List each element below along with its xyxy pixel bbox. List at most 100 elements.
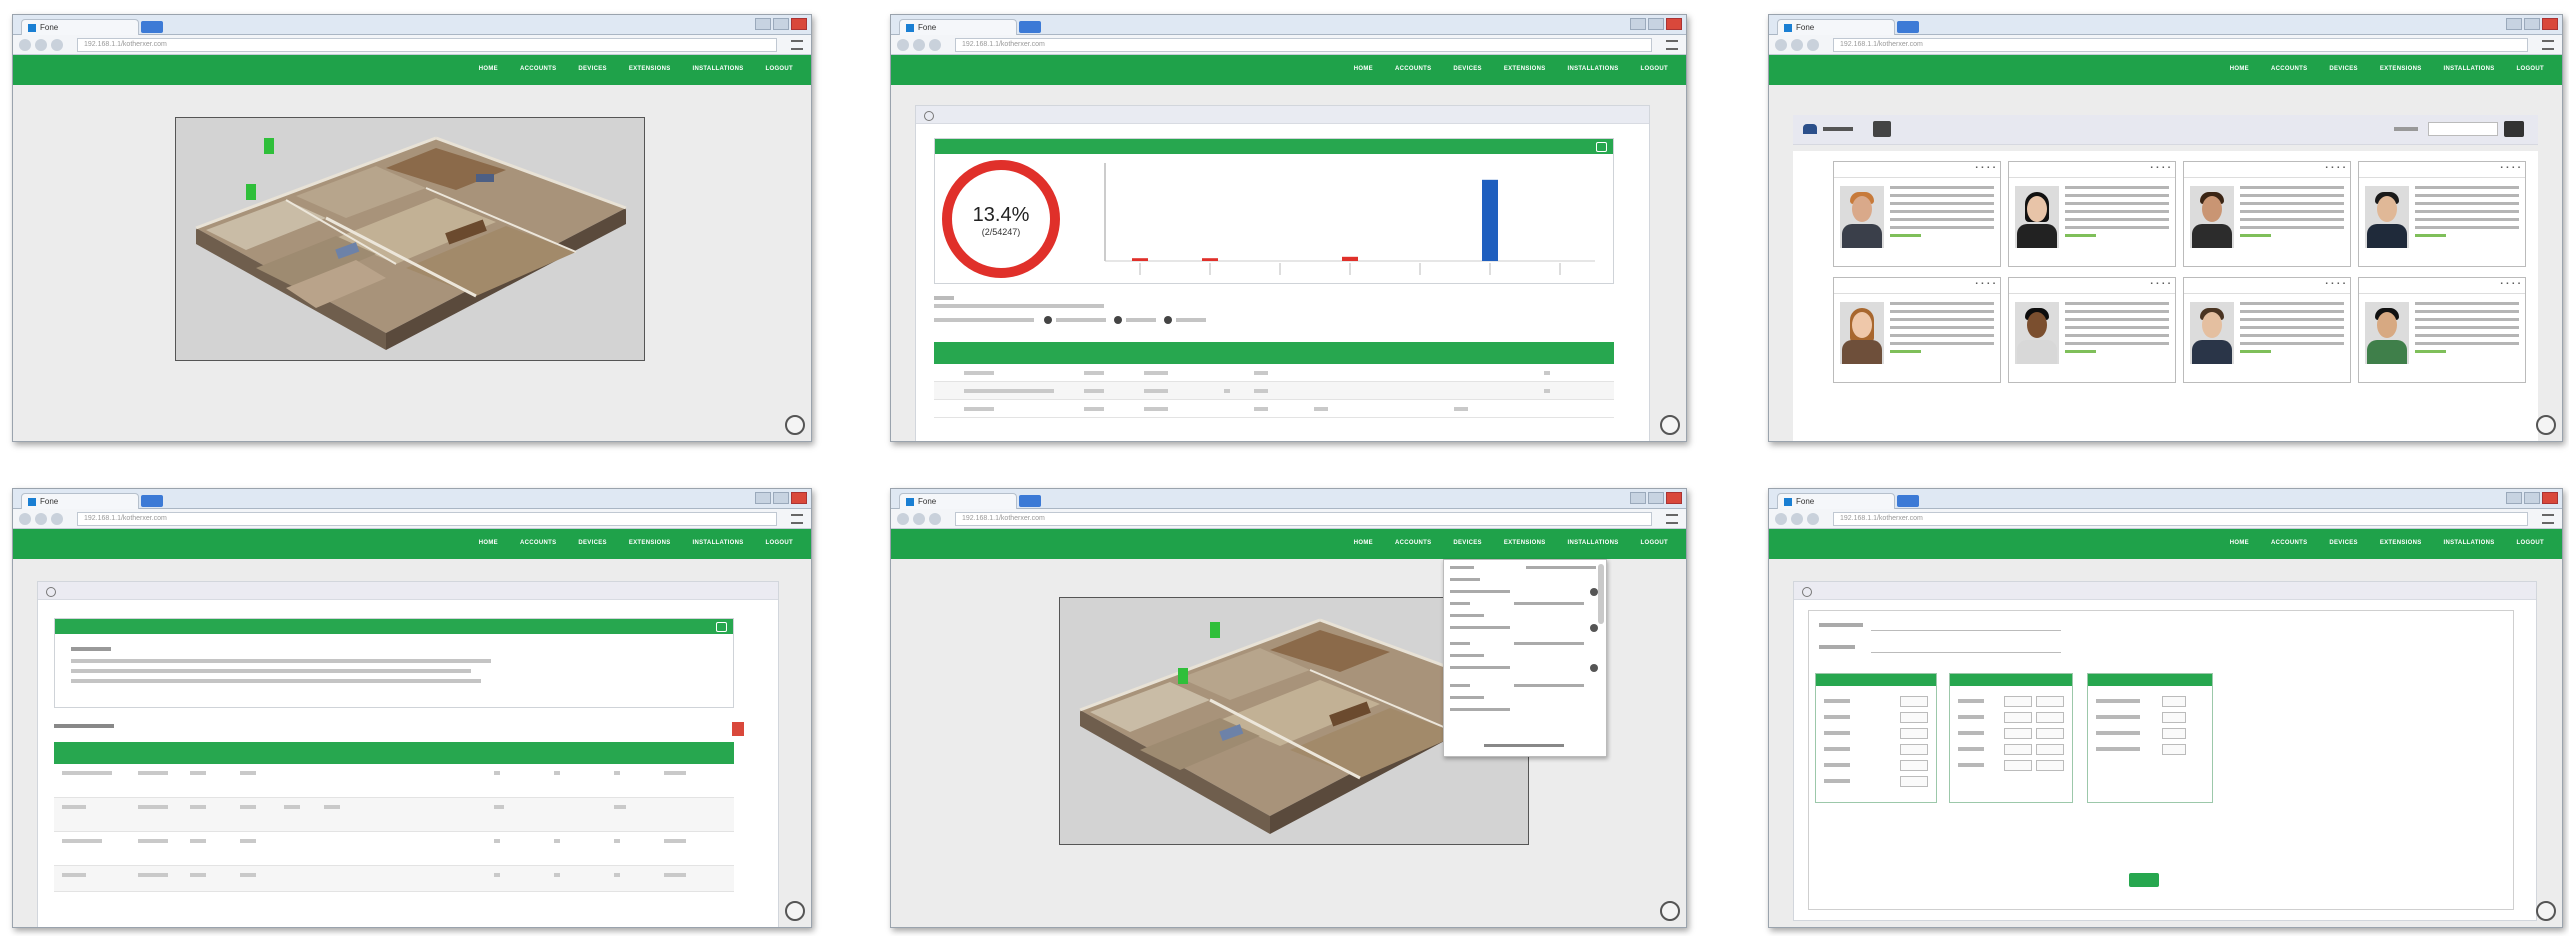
value-field[interactable] [1900, 728, 1928, 739]
nav-devices[interactable]: DEVICES [1453, 66, 1481, 72]
minimize-button[interactable] [1630, 18, 1646, 30]
person-card[interactable] [2008, 161, 2176, 267]
menu-icon[interactable] [791, 40, 803, 50]
value-field[interactable] [2004, 744, 2032, 755]
value-field[interactable] [1900, 760, 1928, 771]
scroll-top-button[interactable] [785, 415, 805, 435]
nav-accounts[interactable]: ACCOUNTS [2271, 66, 2307, 72]
value-field[interactable] [1900, 744, 1928, 755]
nav-home[interactable]: HOME [2230, 66, 2249, 72]
scroll-top-button[interactable] [2536, 901, 2556, 921]
floorplan-frame[interactable] [175, 117, 645, 361]
nav-extensions[interactable]: EXTENSIONS [629, 66, 671, 72]
select-field[interactable] [1871, 619, 2061, 631]
person-card[interactable] [2183, 277, 2351, 383]
table-row[interactable] [54, 798, 734, 832]
new-tab-button[interactable] [1897, 21, 1919, 33]
reload-icon[interactable] [1807, 513, 1819, 525]
minimize-button[interactable] [2506, 492, 2522, 504]
address-field[interactable]: 192.168.1.1/kotherxer.com [1833, 512, 2528, 526]
browser-tab[interactable]: Fone [1777, 19, 1895, 35]
forward-icon[interactable] [35, 513, 47, 525]
value-field[interactable] [1900, 776, 1928, 787]
value-field[interactable] [2162, 728, 2186, 739]
nav-accounts[interactable]: ACCOUNTS [520, 540, 556, 546]
maximize-button[interactable] [773, 492, 789, 504]
value-field[interactable] [2162, 696, 2186, 707]
text-field[interactable] [1871, 641, 2061, 653]
search-input[interactable] [2428, 122, 2498, 136]
nav-logout[interactable]: LOGOUT [2517, 66, 2544, 72]
browser-tab[interactable]: Fone [1777, 493, 1895, 509]
minimize-button[interactable] [1630, 492, 1646, 504]
maximize-button[interactable] [773, 18, 789, 30]
bar[interactable] [1342, 256, 1358, 261]
search-button[interactable] [2504, 121, 2524, 137]
close-button[interactable] [2542, 492, 2558, 504]
value-field[interactable] [2162, 712, 2186, 723]
nav-accounts[interactable]: ACCOUNTS [1395, 540, 1431, 546]
reload-icon[interactable] [51, 39, 63, 51]
back-icon[interactable] [897, 513, 909, 525]
nav-devices[interactable]: DEVICES [578, 66, 606, 72]
forward-icon[interactable] [35, 39, 47, 51]
nav-logout[interactable]: LOGOUT [1641, 66, 1668, 72]
export-icon[interactable] [732, 722, 744, 736]
value-field[interactable] [2004, 712, 2032, 723]
scroll-top-button[interactable] [2536, 415, 2556, 435]
forward-icon[interactable] [913, 513, 925, 525]
value-field[interactable] [2036, 760, 2064, 771]
nav-extensions[interactable]: EXTENSIONS [2380, 540, 2422, 546]
menu-icon[interactable] [791, 514, 803, 524]
menu-icon[interactable] [1666, 514, 1678, 524]
nav-installations[interactable]: INSTALLATIONS [1568, 66, 1619, 72]
close-button[interactable] [2542, 18, 2558, 30]
maximize-button[interactable] [2524, 492, 2540, 504]
maximize-button[interactable] [2524, 18, 2540, 30]
browser-tab[interactable]: Fone [899, 493, 1017, 509]
nav-extensions[interactable]: EXTENSIONS [2380, 66, 2422, 72]
nav-home[interactable]: HOME [479, 540, 498, 546]
bar[interactable] [1482, 179, 1498, 261]
nav-accounts[interactable]: ACCOUNTS [2271, 540, 2307, 546]
maximize-button[interactable] [1648, 492, 1664, 504]
forward-icon[interactable] [1791, 39, 1803, 51]
floorplan-3d-image[interactable] [176, 118, 646, 362]
value-field[interactable] [2004, 696, 2032, 707]
nav-installations[interactable]: INSTALLATIONS [2444, 540, 2495, 546]
nav-devices[interactable]: DEVICES [578, 540, 606, 546]
person-card[interactable] [2183, 161, 2351, 267]
nav-logout[interactable]: LOGOUT [766, 66, 793, 72]
back-icon[interactable] [19, 39, 31, 51]
address-field[interactable]: 192.168.1.1/kotherxer.com [77, 512, 777, 526]
value-field[interactable] [2162, 744, 2186, 755]
dropdown-scrollbar[interactable] [1598, 564, 1604, 624]
save-button[interactable] [2129, 873, 2159, 887]
browser-tab[interactable]: Fone [21, 19, 139, 35]
back-icon[interactable] [19, 513, 31, 525]
new-tab-button[interactable] [141, 21, 163, 33]
menu-icon[interactable] [1666, 40, 1678, 50]
table-row[interactable] [934, 382, 1614, 400]
minimize-button[interactable] [755, 492, 771, 504]
new-tab-button[interactable] [1019, 495, 1041, 507]
scroll-top-button[interactable] [785, 901, 805, 921]
new-tab-button[interactable] [141, 495, 163, 507]
person-card[interactable] [1833, 161, 2001, 267]
reload-icon[interactable] [929, 39, 941, 51]
value-field[interactable] [2036, 728, 2064, 739]
nav-extensions[interactable]: EXTENSIONS [629, 540, 671, 546]
device-dropdown[interactable] [1443, 559, 1607, 757]
nav-devices[interactable]: DEVICES [1453, 540, 1481, 546]
menu-icon[interactable] [2542, 514, 2554, 524]
nav-logout[interactable]: LOGOUT [2517, 540, 2544, 546]
nav-logout[interactable]: LOGOUT [766, 540, 793, 546]
address-field[interactable]: 192.168.1.1/kotherxer.com [955, 38, 1652, 52]
nav-devices[interactable]: DEVICES [2329, 540, 2357, 546]
nav-home[interactable]: HOME [2230, 540, 2249, 546]
nav-accounts[interactable]: ACCOUNTS [1395, 66, 1431, 72]
value-field[interactable] [1900, 712, 1928, 723]
nav-logout[interactable]: LOGOUT [1641, 540, 1668, 546]
close-button[interactable] [1666, 18, 1682, 30]
close-button[interactable] [791, 492, 807, 504]
